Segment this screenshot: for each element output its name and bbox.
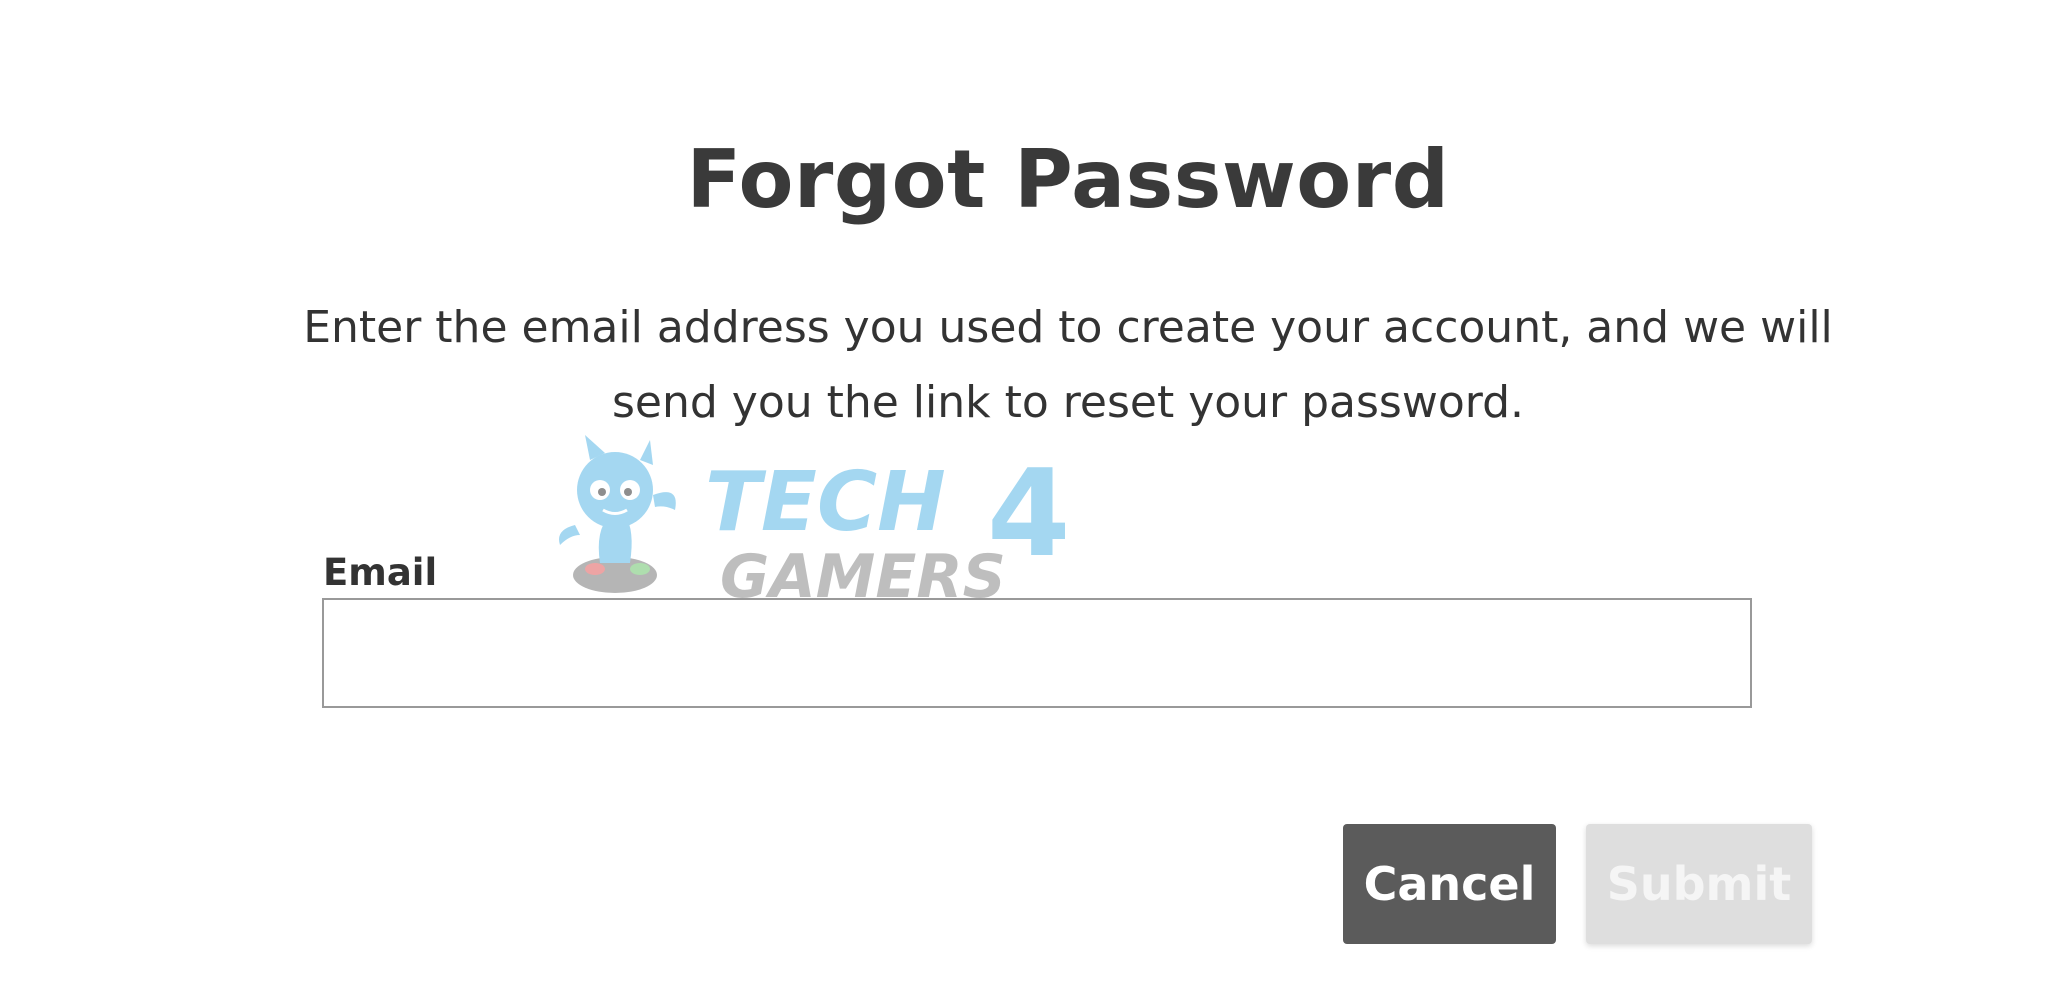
email-label: Email <box>323 551 438 594</box>
watermark-line2: GAMERS <box>720 542 1006 605</box>
mascot-icon <box>559 435 676 593</box>
watermark-line1: TECH <box>705 455 946 550</box>
cancel-button[interactable]: Cancel <box>1343 824 1556 944</box>
submit-button[interactable]: Submit <box>1586 824 1812 944</box>
forgot-password-dialog: Forgot Password Enter the email address … <box>0 0 2048 987</box>
email-field[interactable] <box>322 598 1752 708</box>
dialog-description: Enter the email address you used to crea… <box>303 302 1833 428</box>
watermark-logo: TECH 4 GAMERS <box>559 435 1065 605</box>
dialog-title: Forgot Password <box>686 133 1450 226</box>
